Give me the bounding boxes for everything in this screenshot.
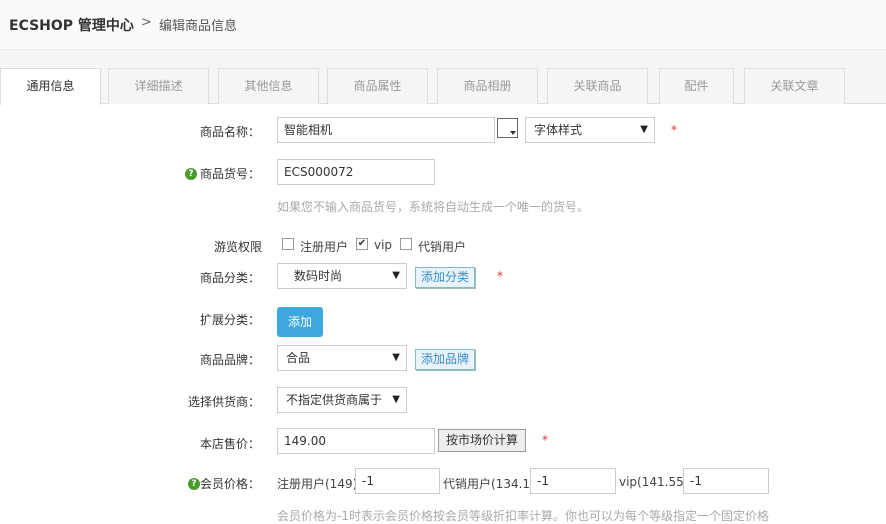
dropdown-arrow-icon: ▼: [392, 270, 400, 281]
goods-name-label: 商品名称：: [199, 125, 260, 139]
tab-other-info[interactable]: 其他信息: [218, 68, 319, 104]
member-price-registered-input[interactable]: -1: [355, 468, 440, 494]
font-style-select[interactable]: 字体样式 ▼: [525, 117, 655, 143]
member-price-label: 会员价格：: [199, 477, 260, 491]
font-color-picker[interactable]: [497, 118, 518, 138]
tab-attributes[interactable]: 商品属性: [327, 68, 428, 104]
required-mark: *: [542, 433, 548, 447]
goods-sn-label: 商品货号：: [199, 167, 260, 181]
price-label: 本店售价：: [199, 437, 260, 451]
tab-general[interactable]: 通用信息: [0, 68, 101, 105]
member-price-vip-input[interactable]: -1: [683, 468, 769, 494]
price-input[interactable]: 149.00: [277, 428, 435, 454]
access-agent-label: 代销用户: [418, 240, 467, 254]
tab-description[interactable]: 详细描述: [108, 68, 209, 104]
category-label: 商品分类：: [199, 271, 260, 285]
required-mark: *: [497, 269, 503, 283]
access-label: 游览权限: [213, 240, 262, 254]
access-registered-checkbox[interactable]: [282, 238, 294, 250]
checkmark-icon: ✔: [357, 238, 367, 249]
category-value: 数码时尚: [294, 269, 343, 283]
goods-sn-input[interactable]: ECS000072: [277, 159, 435, 185]
add-category-button[interactable]: 添加分类: [415, 267, 476, 288]
supplier-label: 选择供货商：: [187, 395, 260, 409]
ext-category-label: 扩展分类：: [199, 313, 260, 327]
member-price-vip-label: vip(141.55): [619, 475, 689, 489]
brand-value: 合品: [286, 351, 311, 365]
access-agent-checkbox[interactable]: [400, 238, 412, 250]
brand-title: ECSHOP 管理中心: [9, 18, 134, 34]
access-vip-checkbox[interactable]: ✔: [356, 238, 368, 250]
member-price-agent-label: 代销用户(134.1): [443, 477, 535, 491]
dropdown-arrow-icon: ▼: [392, 394, 400, 405]
tab-related-goods[interactable]: 关联商品: [547, 68, 648, 104]
access-registered-label: 注册用户: [300, 240, 349, 254]
member-price-hint: 会员价格为-1时表示会员价格按会员等级折扣率计算。你也可以为每个等级指定一个固定…: [277, 509, 769, 523]
access-vip-label: vip: [374, 238, 393, 252]
breadcrumb-current: 编辑商品信息: [159, 19, 238, 34]
tab-related-articles[interactable]: 关联文章: [744, 68, 845, 104]
brand-label: 商品品牌：: [199, 353, 260, 367]
member-price-agent-input[interactable]: -1: [530, 468, 616, 494]
breadcrumb-separator: >: [141, 15, 152, 30]
supplier-select[interactable]: 不指定供货商属于 ▼: [277, 387, 407, 413]
market-price-calc-button[interactable]: 按市场价计算: [438, 429, 527, 452]
add-brand-button[interactable]: 添加品牌: [415, 349, 476, 370]
tab-accessories[interactable]: 配件: [659, 68, 734, 104]
font-style-value: 字体样式: [534, 123, 583, 137]
tab-bar: 通用信息 详细描述 其他信息 商品属性 商品相册 关联商品 配件 关联文章: [0, 50, 886, 105]
supplier-value: 不指定供货商属于: [286, 393, 383, 407]
dropdown-arrow-icon: ▼: [640, 124, 648, 135]
brand-select[interactable]: 合品 ▼: [277, 345, 407, 371]
tab-gallery[interactable]: 商品相册: [437, 68, 538, 104]
required-mark: *: [671, 123, 677, 137]
goods-name-input[interactable]: 智能相机: [277, 117, 495, 143]
category-select[interactable]: 数码时尚 ▼: [277, 263, 407, 289]
dropdown-arrow-icon: ▼: [392, 352, 400, 363]
member-price-registered-label: 注册用户(149): [277, 477, 358, 491]
goods-sn-hint: 如果您不输入商品货号，系统将自动生成一个唯一的货号。: [277, 200, 590, 214]
add-ext-category-button[interactable]: 添加: [277, 307, 323, 337]
top-header: ECSHOP 管理中心 > 编辑商品信息: [0, 0, 886, 50]
